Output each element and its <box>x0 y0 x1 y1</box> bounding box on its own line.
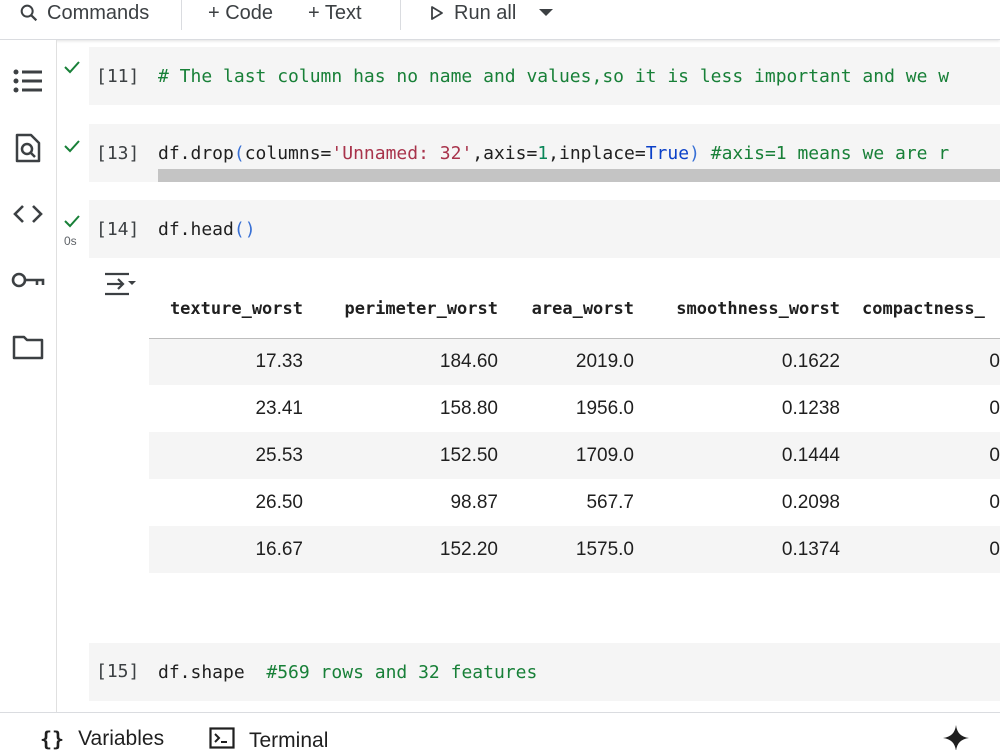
code-line[interactable]: df.drop(columns='Unnamed: 32',axis=1,inp… <box>158 143 949 164</box>
code-token: df.shape <box>158 662 245 683</box>
execution-count: [15] <box>96 661 140 682</box>
table-cell: 17.33 <box>149 338 303 385</box>
bottom-bar: {} Variables Terminal <box>0 712 1000 750</box>
toolbar: Commands + Code + Text Run all <box>0 0 1000 40</box>
table-cell: 0.1374 <box>634 526 840 573</box>
gemini-sparkle-button[interactable] <box>943 725 969 750</box>
search-icon <box>18 2 40 24</box>
toolbar-divider <box>181 0 182 30</box>
output-actions-icon[interactable] <box>103 270 137 303</box>
table-row: 25.53 152.50 1709.0 0.1444 0 <box>149 432 1000 479</box>
table-cell: 0.2098 <box>781 491 840 513</box>
folder-icon[interactable] <box>11 330 45 364</box>
code-token: 'Unnamed: 32' <box>331 143 473 164</box>
left-sidebar <box>0 40 57 712</box>
table-cell: 23.41 <box>255 397 303 419</box>
terminal-icon <box>209 727 235 750</box>
terminal-label: Terminal <box>249 729 329 750</box>
execution-count: [13] <box>96 143 140 164</box>
table-cell: 0 <box>989 397 1000 419</box>
table-cell: 0 <box>840 526 1000 573</box>
braces-icon: {} <box>40 727 65 750</box>
code-token: ) <box>689 143 700 164</box>
code-token: ,axis= <box>472 143 538 164</box>
key-icon[interactable] <box>11 263 45 297</box>
code-token: #569 rows and 32 features <box>244 662 538 683</box>
run-all-label: Run all <box>454 1 517 24</box>
dataframe-table: texture_worst perimeter_worst area_worst… <box>149 280 1000 573</box>
table-cell: 0.1622 <box>634 338 840 385</box>
table-cell: 0.1444 <box>634 432 840 479</box>
table-cell: 158.80 <box>439 397 498 419</box>
column-header: smoothness_worst <box>634 280 840 339</box>
table-cell: 0 <box>840 338 1000 385</box>
code-line[interactable]: # The last column has no name and values… <box>158 66 949 87</box>
find-and-replace-icon[interactable] <box>11 131 45 165</box>
table-cell: 1575.0 <box>498 526 634 573</box>
table-cell: 152.50 <box>303 432 498 479</box>
table-cell: 567.7 <box>586 491 634 513</box>
table-cell: 98.87 <box>450 491 498 513</box>
table-of-contents-icon[interactable] <box>11 64 45 98</box>
variables-label: Variables <box>78 727 165 750</box>
table-cell: 152.20 <box>303 526 498 573</box>
success-check-icon <box>63 139 81 158</box>
dropdown-arrow-icon <box>538 8 554 18</box>
column-header: compactness_ <box>840 280 1000 339</box>
run-all-dropdown[interactable] <box>538 0 554 26</box>
table-cell: 0 <box>989 491 1000 513</box>
table-cell: 25.53 <box>149 432 303 479</box>
table-cell: 1709.0 <box>498 432 634 479</box>
code-token: () <box>233 219 256 240</box>
code-token: #axis=1 means we are r <box>699 143 950 164</box>
execution-count: [14] <box>96 219 140 240</box>
dataframe-output: texture_worst perimeter_worst area_worst… <box>149 280 1000 580</box>
code-token: ,inplace= <box>548 143 646 164</box>
execution-time: 0s <box>64 234 77 248</box>
sparkle-icon <box>943 725 969 750</box>
play-icon <box>430 5 444 21</box>
table-cell: 26.50 <box>255 491 303 513</box>
code-line[interactable]: df.head() <box>158 219 256 240</box>
table-cell: 0 <box>840 432 1000 479</box>
code-snippets-icon[interactable] <box>11 197 45 231</box>
code-token: ( <box>233 143 245 164</box>
code-token: 1 <box>537 143 549 164</box>
run-all-button[interactable]: Run all <box>430 0 516 26</box>
table-row: 16.67 152.20 1575.0 0.1374 0 <box>149 526 1000 573</box>
table-cell: 16.67 <box>149 526 303 573</box>
code-line[interactable]: df.shape #569 rows and 32 features <box>158 662 537 683</box>
commands-label: Commands <box>47 1 150 24</box>
table-cell: 0.1238 <box>781 397 840 419</box>
commands-button[interactable]: Commands <box>18 0 149 26</box>
table-row: 23.41 158.80 1956.0 0.1238 0 <box>149 385 1000 432</box>
add-code-button[interactable]: + Code <box>208 0 273 26</box>
success-check-icon <box>63 214 81 233</box>
table-header-row: texture_worst perimeter_worst area_worst… <box>149 280 1000 339</box>
code-token: df.drop <box>158 143 234 164</box>
table-cell: 184.60 <box>303 338 498 385</box>
terminal-button[interactable]: Terminal <box>209 727 328 750</box>
table-cell: 2019.0 <box>498 338 634 385</box>
table-row: 17.33 184.60 2019.0 0.1622 0 <box>149 338 1000 385</box>
code-token: columns= <box>244 143 332 164</box>
add-text-button[interactable]: + Text <box>308 0 362 26</box>
horizontal-scrollbar[interactable] <box>158 169 1000 182</box>
toolbar-divider <box>400 0 401 30</box>
variables-button[interactable]: {} Variables <box>40 727 164 750</box>
add-code-label: + Code <box>208 1 274 24</box>
code-token: True <box>645 143 690 164</box>
column-header: texture_worst <box>149 280 303 339</box>
column-header: area_worst <box>498 280 634 339</box>
column-header: perimeter_worst <box>303 280 498 339</box>
table-row: 26.50 98.87 567.7 0.2098 0 <box>149 479 1000 526</box>
add-text-label: + Text <box>308 1 362 24</box>
execution-count: [11] <box>96 66 140 87</box>
success-check-icon <box>63 60 81 79</box>
table-cell: 1956.0 <box>575 397 634 419</box>
code-token: df.head <box>158 219 234 240</box>
